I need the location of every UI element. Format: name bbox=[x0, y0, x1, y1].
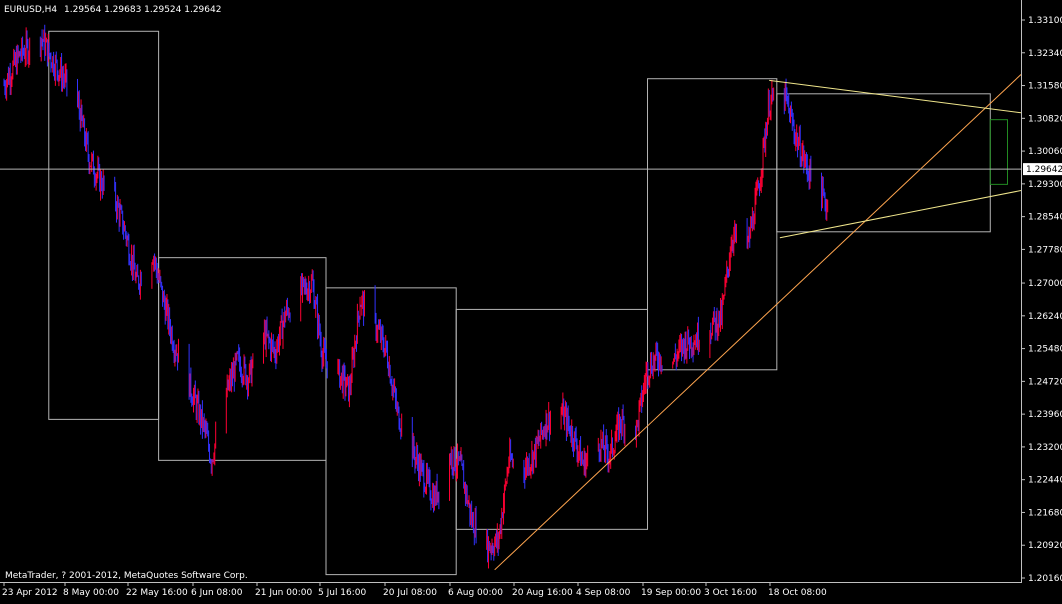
price-label-text: 1.29642 bbox=[1026, 165, 1062, 175]
x-tick-label: 18 Oct 08:00 bbox=[768, 588, 827, 598]
copyright-text: MetaTrader, ? 2001-2012, MetaQuotes Soft… bbox=[5, 571, 248, 581]
price-chart[interactable]: 1.33100 1.32340 1.31580 1.30820 1.30060 1.293… bbox=[0, 0, 1062, 600]
x-tick-label: 4 Sep 08:00 bbox=[576, 588, 631, 598]
x-tick-label: 3 Oct 16:00 bbox=[704, 588, 757, 598]
x-tick-label: 5 Jul 16:00 bbox=[318, 588, 367, 598]
x-tick-label: 23 Apr 2012 bbox=[2, 588, 58, 598]
x-tick-label: 20 Aug 16:00 bbox=[512, 588, 573, 598]
y-tick-label: 1.24720 bbox=[1028, 377, 1062, 387]
x-tick-label: 6 Aug 00:00 bbox=[448, 588, 503, 598]
chart-svg[interactable]: 1.33100 1.32340 1.31580 1.30820 1.30060 1.293… bbox=[0, 0, 1062, 600]
quote-values: 1.29564 1.29683 1.29524 1.29642 bbox=[64, 5, 221, 15]
y-tick-label: 1.27000 bbox=[1028, 279, 1062, 289]
y-tick-label: 1.29300 bbox=[1028, 180, 1062, 190]
y-tick-label: 1.27780 bbox=[1028, 245, 1062, 255]
y-tick-label: 1.25480 bbox=[1028, 345, 1062, 355]
x-tick-label: 21 Jun 00:00 bbox=[255, 588, 312, 598]
x-tick-label: 22 May 16:00 bbox=[126, 588, 188, 598]
chart-header: EURUSD,H4 1.29564 1.29683 1.29524 1.2964… bbox=[4, 5, 221, 15]
y-tick-label: 1.30820 bbox=[1028, 114, 1062, 124]
y-tick-label: 1.30060 bbox=[1028, 147, 1062, 157]
y-tick-label: 1.26240 bbox=[1028, 312, 1062, 322]
y-tick-label: 1.21680 bbox=[1028, 508, 1062, 518]
chart-background bbox=[0, 0, 1062, 600]
x-tick-label: 19 Sep 00:00 bbox=[641, 588, 701, 598]
price-label: 1.29642 bbox=[1023, 163, 1062, 176]
y-tick-label: 1.32340 bbox=[1028, 49, 1062, 59]
x-tick-label: 6 Jun 08:00 bbox=[191, 588, 243, 598]
y-tick-label: 1.23200 bbox=[1028, 443, 1062, 453]
symbol-timeframe: EURUSD,H4 bbox=[4, 5, 57, 15]
y-tick-label: 1.33100 bbox=[1028, 16, 1062, 26]
y-tick-label: 1.23960 bbox=[1028, 410, 1062, 420]
y-tick-label: 1.22440 bbox=[1028, 476, 1062, 486]
y-tick-label: 1.31580 bbox=[1028, 82, 1062, 92]
y-tick-label: 1.20920 bbox=[1028, 541, 1062, 551]
x-tick-label: 20 Jul 08:00 bbox=[383, 588, 437, 598]
y-tick-label: 1.28540 bbox=[1028, 213, 1062, 223]
x-tick-label: 8 May 00:00 bbox=[63, 588, 119, 598]
y-tick-label: 1.20160 bbox=[1028, 574, 1062, 584]
